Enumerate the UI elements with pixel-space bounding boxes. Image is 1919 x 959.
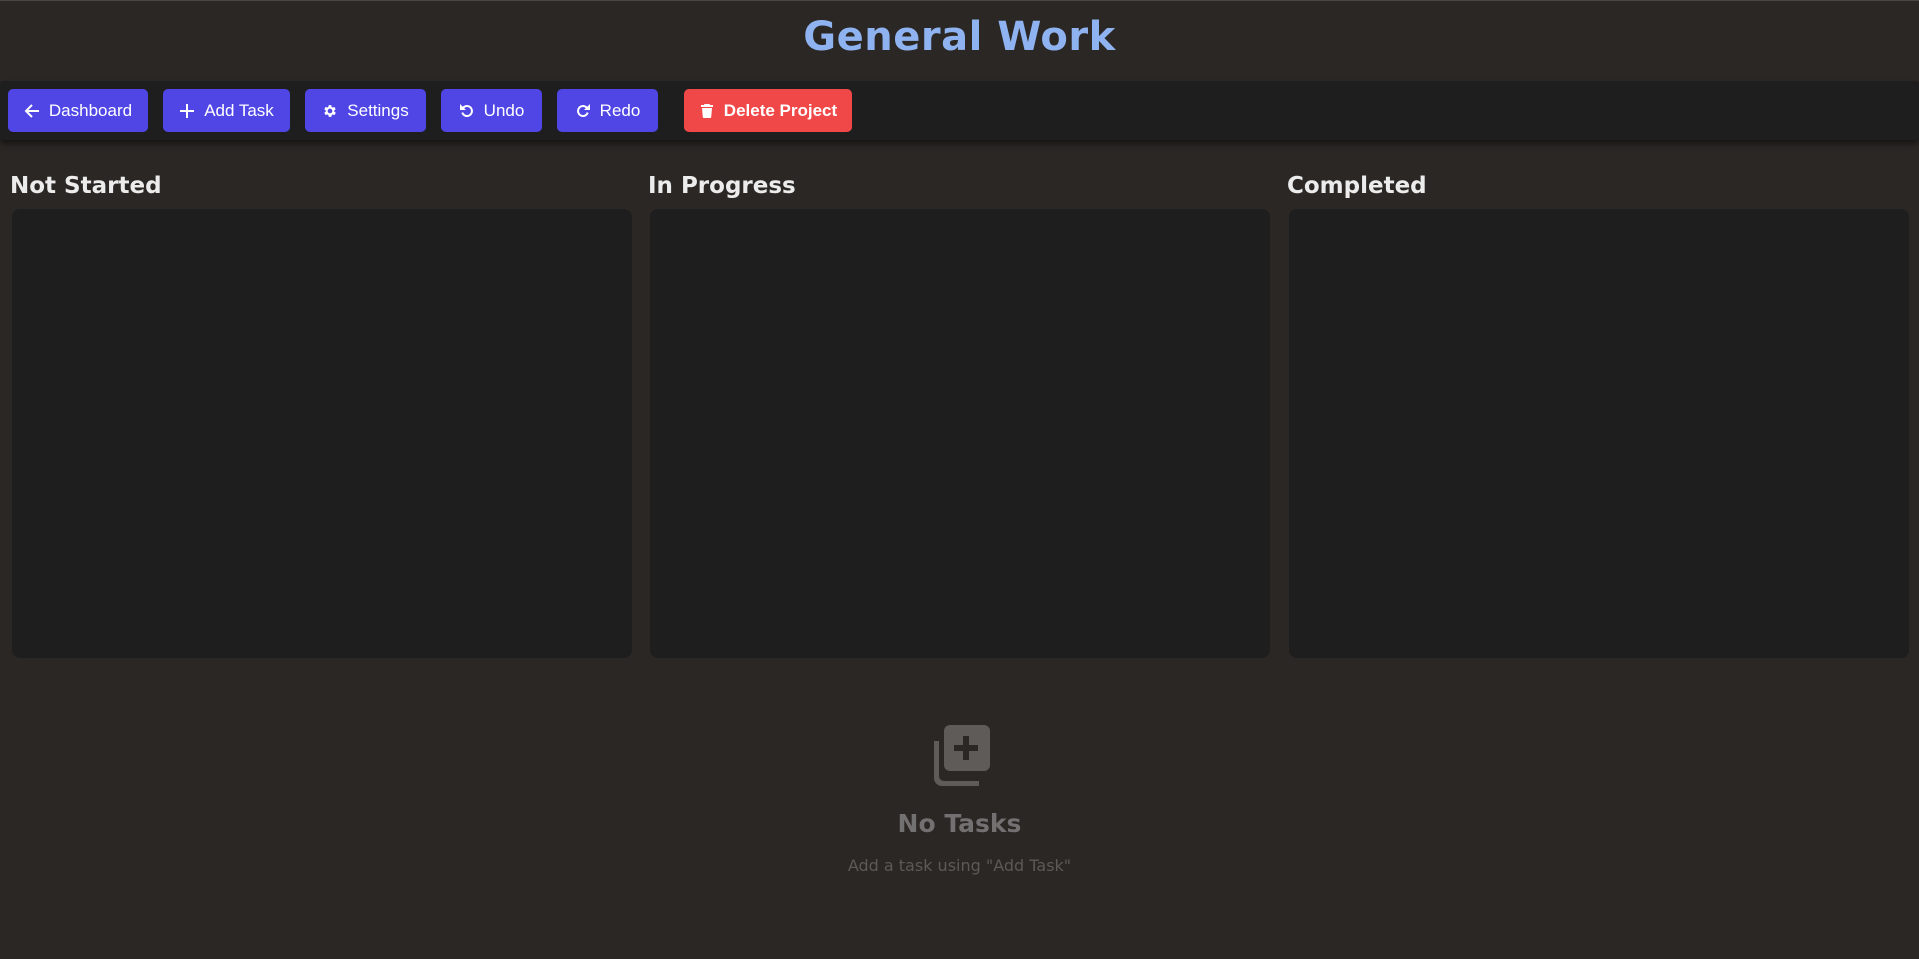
undo-icon <box>459 103 473 117</box>
delete-project-button[interactable]: Delete Project <box>684 89 852 132</box>
add-task-button-label: Add Task <box>204 100 274 120</box>
settings-button-label: Settings <box>347 100 409 120</box>
plus-icon <box>180 103 195 118</box>
add-task-button[interactable]: Add Task <box>163 89 290 132</box>
gear-icon <box>324 104 337 117</box>
column-completed[interactable] <box>1289 209 1909 658</box>
redo-button-label: Redo <box>599 100 641 120</box>
column-title-in-progress: In Progress <box>648 173 796 199</box>
empty-state-icon-wrapper <box>0 723 1919 787</box>
column-title-completed: Completed <box>1287 173 1427 199</box>
settings-button[interactable]: Settings <box>305 89 426 132</box>
arrow-left-icon <box>24 103 39 118</box>
redo-button[interactable]: Redo <box>557 89 658 132</box>
trash-icon <box>700 103 713 118</box>
column-in-progress[interactable] <box>650 209 1270 658</box>
undo-button[interactable]: Undo <box>441 89 542 132</box>
dashboard-button[interactable]: Dashboard <box>8 89 148 132</box>
delete-project-button-label: Delete Project <box>723 100 838 120</box>
empty-state-subtitle: Add a task using "Add Task" <box>847 856 1072 875</box>
dashboard-button-label: Dashboard <box>48 100 133 120</box>
toolbar: Dashboard Add Task Settings Undo Redo De… <box>0 81 1919 140</box>
empty-state-title: No Tasks <box>897 809 1022 838</box>
undo-button-label: Undo <box>483 100 525 120</box>
page-title: General Work <box>803 14 1116 60</box>
column-not-started[interactable] <box>12 209 632 658</box>
redo-icon <box>576 103 590 117</box>
project-board-page: General Work Dashboard Add Task Settings <box>0 0 1919 959</box>
add-copy-icon <box>933 725 990 786</box>
column-title-not-started: Not Started <box>10 173 162 199</box>
